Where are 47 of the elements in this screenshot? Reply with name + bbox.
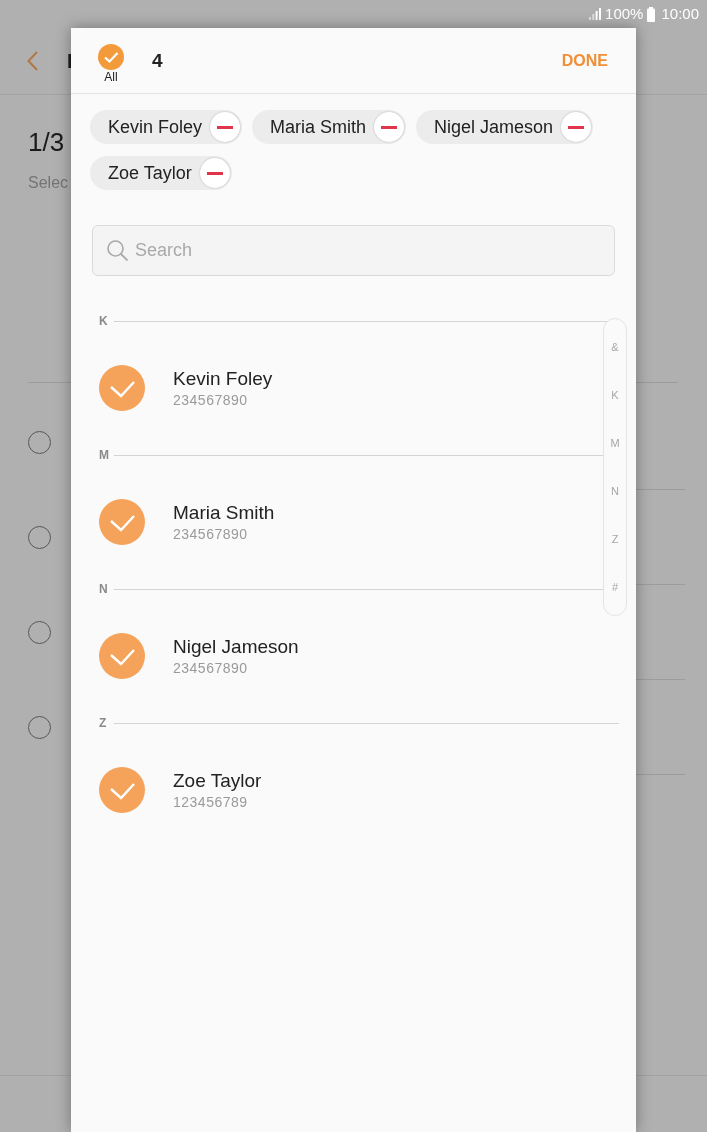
screen-title: I bbox=[67, 49, 73, 73]
minus-icon bbox=[381, 125, 398, 129]
chip-name: Kevin Foley bbox=[108, 116, 203, 138]
chip-name: Maria Smith bbox=[270, 116, 367, 138]
remove-button[interactable] bbox=[199, 158, 230, 188]
section-letter: K bbox=[99, 314, 109, 328]
chip-name: Zoe Taylor bbox=[108, 162, 192, 184]
section-letter: Z bbox=[99, 716, 108, 730]
index-letter[interactable]: N bbox=[611, 481, 619, 501]
chip-name: Nigel Jameson bbox=[434, 116, 554, 138]
index-letter[interactable]: & bbox=[611, 337, 619, 357]
back-icon[interactable] bbox=[27, 51, 38, 71]
minus-icon bbox=[217, 125, 234, 129]
check-circle-icon[interactable] bbox=[99, 633, 145, 679]
index-letter[interactable]: M bbox=[610, 433, 620, 453]
section-letter: M bbox=[99, 448, 110, 462]
minus-icon bbox=[206, 171, 223, 175]
signal-icon bbox=[589, 8, 602, 20]
contact-name: Nigel Jameson bbox=[173, 635, 299, 659]
clock-time: 10:00 bbox=[661, 5, 699, 23]
check-circle-icon[interactable] bbox=[99, 767, 145, 813]
selected-count: 4 bbox=[152, 49, 163, 72]
contact-number: 234567890 bbox=[173, 525, 249, 543]
page-counter: 1/3 bbox=[28, 126, 65, 158]
battery-percent: 100% bbox=[605, 5, 644, 23]
search-field[interactable]: Search bbox=[92, 225, 615, 276]
contact-name: Kevin Foley bbox=[173, 367, 273, 391]
contact-name: Maria Smith bbox=[173, 501, 275, 525]
subtitle-text: Selec bbox=[28, 173, 69, 193]
index-letter[interactable]: K bbox=[611, 385, 619, 405]
check-circle-icon[interactable] bbox=[99, 499, 145, 545]
battery-icon bbox=[647, 6, 656, 22]
contact-number: 234567890 bbox=[173, 659, 249, 677]
remove-button[interactable] bbox=[210, 112, 241, 142]
contact-number: 234567890 bbox=[173, 391, 249, 409]
done-button[interactable]: DONE bbox=[561, 51, 608, 70]
contact-name: Zoe Taylor bbox=[173, 769, 262, 793]
index-letter[interactable]: # bbox=[611, 577, 619, 597]
remove-button[interactable] bbox=[561, 112, 592, 142]
remove-button[interactable] bbox=[374, 112, 405, 142]
index-letter[interactable]: Z bbox=[611, 529, 619, 549]
select-all-checkbox[interactable]: All bbox=[98, 37, 124, 84]
section-letter: N bbox=[99, 582, 109, 596]
search-icon bbox=[107, 240, 128, 261]
minus-icon bbox=[568, 125, 585, 129]
contact-number: 123456789 bbox=[173, 793, 249, 811]
check-circle-icon[interactable] bbox=[99, 365, 145, 411]
